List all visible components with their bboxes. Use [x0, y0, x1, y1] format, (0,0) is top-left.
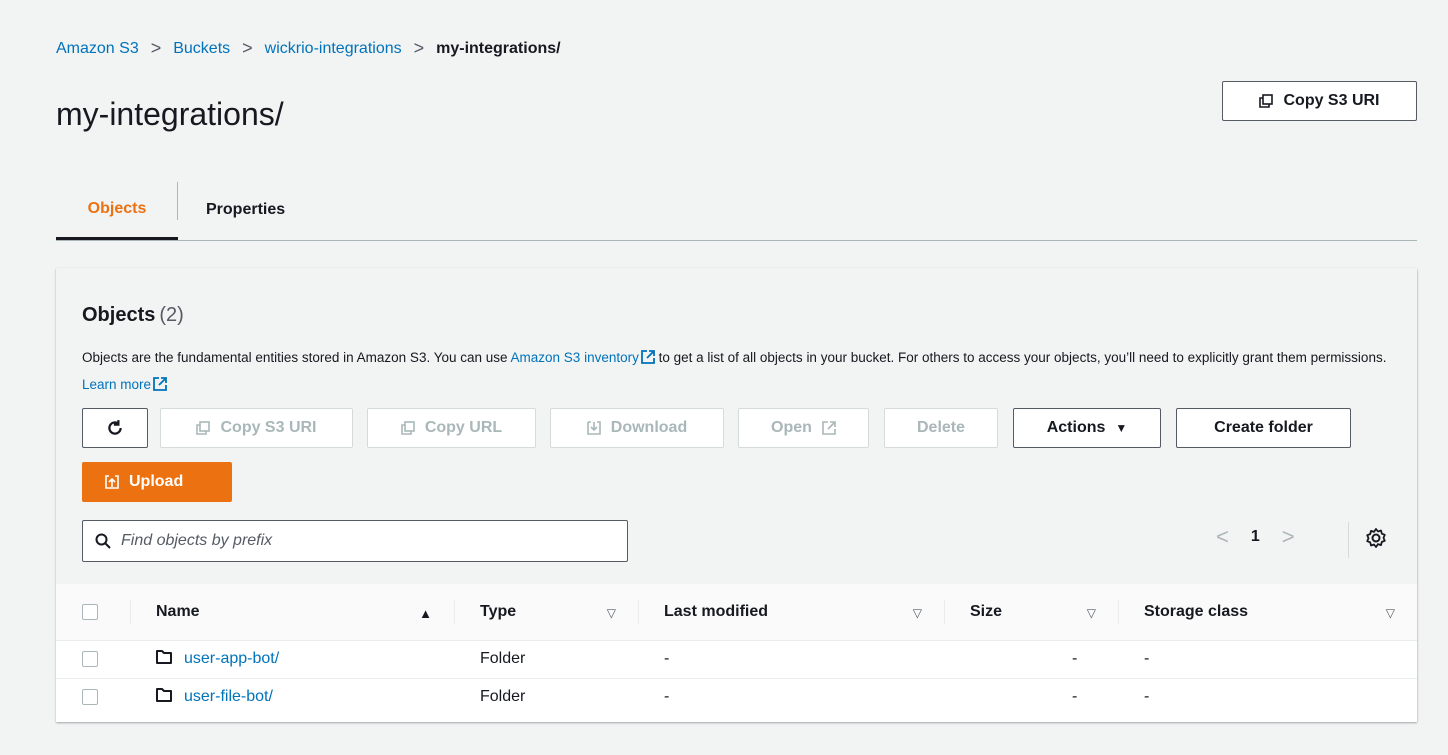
- objects-panel: Objects (2) Objects are the fundamental e…: [56, 268, 1417, 722]
- delete-button[interactable]: Delete: [884, 408, 998, 448]
- page-title: my-integrations/: [56, 96, 284, 132]
- cell-name: user-app-bot/: [130, 640, 454, 679]
- table-header-row: Name ▲ Type ▽ Last modified ▽ Size ▽ Storage…: [56, 584, 1417, 641]
- copy-s3-uri-label: Copy S3 URI: [1283, 92, 1380, 109]
- row-checkbox[interactable]: [82, 650, 98, 667]
- column-last-modified-label: Last modified: [664, 602, 769, 620]
- objects-count: (2): [159, 304, 184, 326]
- current-page[interactable]: 1: [1251, 528, 1260, 546]
- download-label: Download: [610, 419, 688, 436]
- tab-bar: Objects Properties: [56, 180, 1417, 241]
- divider: [1348, 522, 1349, 558]
- breadcrumb: Amazon S3 > Buckets > wickrio-integratio…: [56, 38, 561, 59]
- cell-last-modified: -: [638, 640, 944, 679]
- cell-storage-class: -: [1144, 688, 1150, 706]
- copy-s3-uri-toolbar-button[interactable]: Copy S3 URI: [160, 408, 353, 448]
- cell-size: -: [944, 640, 1118, 679]
- sort-icon[interactable]: ▽: [1386, 606, 1395, 620]
- delete-label: Delete: [916, 419, 966, 436]
- s3-inventory-link[interactable]: Amazon S3 inventory: [511, 350, 639, 365]
- breadcrumb-separator-icon: >: [242, 38, 253, 58]
- column-type-label: Type: [480, 602, 517, 620]
- copy-url-label: Copy URL: [424, 419, 503, 436]
- copy-s3-uri-button[interactable]: Copy S3 URI: [1222, 81, 1417, 121]
- breadcrumb-separator-icon: >: [150, 38, 162, 58]
- table-row: user-app-bot/ Folder - - -: [56, 640, 1417, 679]
- download-icon: [586, 421, 601, 435]
- external-link-icon: [822, 421, 836, 435]
- cell-last-modified: -: [664, 688, 670, 706]
- column-size[interactable]: Size ▽: [944, 584, 1118, 641]
- cell-name: user-file-bot/: [130, 678, 454, 716]
- external-link-icon: [640, 350, 655, 364]
- cell-type: Folder: [454, 640, 638, 679]
- objects-title: Objects: [82, 304, 156, 326]
- objects-description: Objects are the fundamental entities sto…: [82, 344, 1392, 398]
- search-box: [82, 520, 628, 562]
- column-type[interactable]: Type ▽: [454, 584, 638, 641]
- row-checkbox[interactable]: [82, 689, 98, 706]
- cell-storage-class: -: [1118, 640, 1417, 679]
- sort-icon[interactable]: ▽: [607, 606, 616, 620]
- objects-panel-header: Objects (2) Objects are the fundamental e…: [56, 268, 1417, 584]
- actions-label: Actions: [1046, 419, 1106, 436]
- next-page-icon[interactable]: >: [1282, 524, 1295, 550]
- column-last-modified[interactable]: Last modified ▽: [638, 584, 944, 641]
- object-link[interactable]: user-file-bot/: [184, 688, 273, 705]
- sort-ascending-icon[interactable]: ▲: [419, 606, 432, 621]
- copy-url-button[interactable]: Copy URL: [367, 408, 536, 448]
- cell-size: -: [1072, 688, 1078, 706]
- table-row: user-file-bot/ Folder - - -: [56, 678, 1417, 716]
- desc-text-2: to get a list of all objects in your buc…: [654, 350, 1387, 365]
- caret-down-icon: ▼: [1115, 421, 1128, 435]
- breadcrumb-separator-icon: >: [413, 38, 425, 58]
- column-size-label: Size: [970, 602, 1003, 620]
- upload-button[interactable]: Upload: [82, 462, 232, 502]
- pagination: < 1 >: [1216, 524, 1295, 550]
- select-all-checkbox[interactable]: [82, 603, 98, 620]
- folder-icon: [156, 650, 172, 664]
- breadcrumb-buckets[interactable]: Buckets: [173, 40, 230, 58]
- open-button[interactable]: Open: [738, 408, 869, 448]
- create-folder-label: Create folder: [1214, 419, 1313, 436]
- objects-table: Name ▲ Type ▽ Last modified ▽ Size ▽ Storage…: [56, 584, 1417, 716]
- tab-objects[interactable]: Objects: [56, 180, 178, 240]
- copy-icon: [1259, 94, 1274, 108]
- refresh-icon: [108, 420, 122, 435]
- refresh-button[interactable]: [82, 408, 148, 448]
- column-name[interactable]: Name ▲: [130, 584, 454, 641]
- search-icon: [95, 533, 111, 549]
- desc-text-1: Objects are the fundamental entities sto…: [82, 350, 511, 365]
- download-button[interactable]: Download: [550, 408, 724, 448]
- row-checkbox-cell: [56, 640, 130, 679]
- actions-dropdown-button[interactable]: Actions ▼: [1013, 408, 1161, 448]
- breadcrumb-amazon-s3[interactable]: Amazon S3: [56, 40, 139, 58]
- upload-icon: [105, 475, 119, 489]
- tab-properties[interactable]: Properties: [206, 180, 285, 240]
- folder-icon: [156, 688, 172, 703]
- objects-panel-title: Objects (2): [82, 304, 184, 327]
- learn-more-link[interactable]: Learn more: [82, 377, 151, 392]
- row-checkbox-cell: [56, 678, 130, 716]
- copy-s3-uri-toolbar-label: Copy S3 URI: [220, 419, 317, 436]
- create-folder-button[interactable]: Create folder: [1176, 408, 1351, 448]
- object-link[interactable]: user-app-bot/: [184, 650, 279, 667]
- settings-icon[interactable]: [1364, 526, 1388, 550]
- column-storage-class-label: Storage class: [1144, 602, 1249, 620]
- select-all-header: [56, 584, 130, 641]
- upload-label: Upload: [129, 473, 184, 490]
- sort-icon[interactable]: ▽: [1087, 606, 1096, 620]
- external-link-icon: [153, 377, 167, 391]
- breadcrumb-current: my-integrations/: [436, 39, 561, 57]
- breadcrumb-bucket[interactable]: wickrio-integrations: [265, 40, 402, 58]
- sort-icon[interactable]: ▽: [913, 606, 922, 620]
- open-label: Open: [771, 419, 812, 436]
- column-name-label: Name: [156, 602, 200, 620]
- column-storage-class[interactable]: Storage class ▽: [1118, 584, 1417, 641]
- cell-type: Folder: [480, 688, 526, 706]
- search-input[interactable]: [121, 532, 601, 550]
- copy-icon: [401, 421, 415, 435]
- previous-page-icon[interactable]: <: [1216, 524, 1229, 550]
- copy-icon: [196, 421, 211, 435]
